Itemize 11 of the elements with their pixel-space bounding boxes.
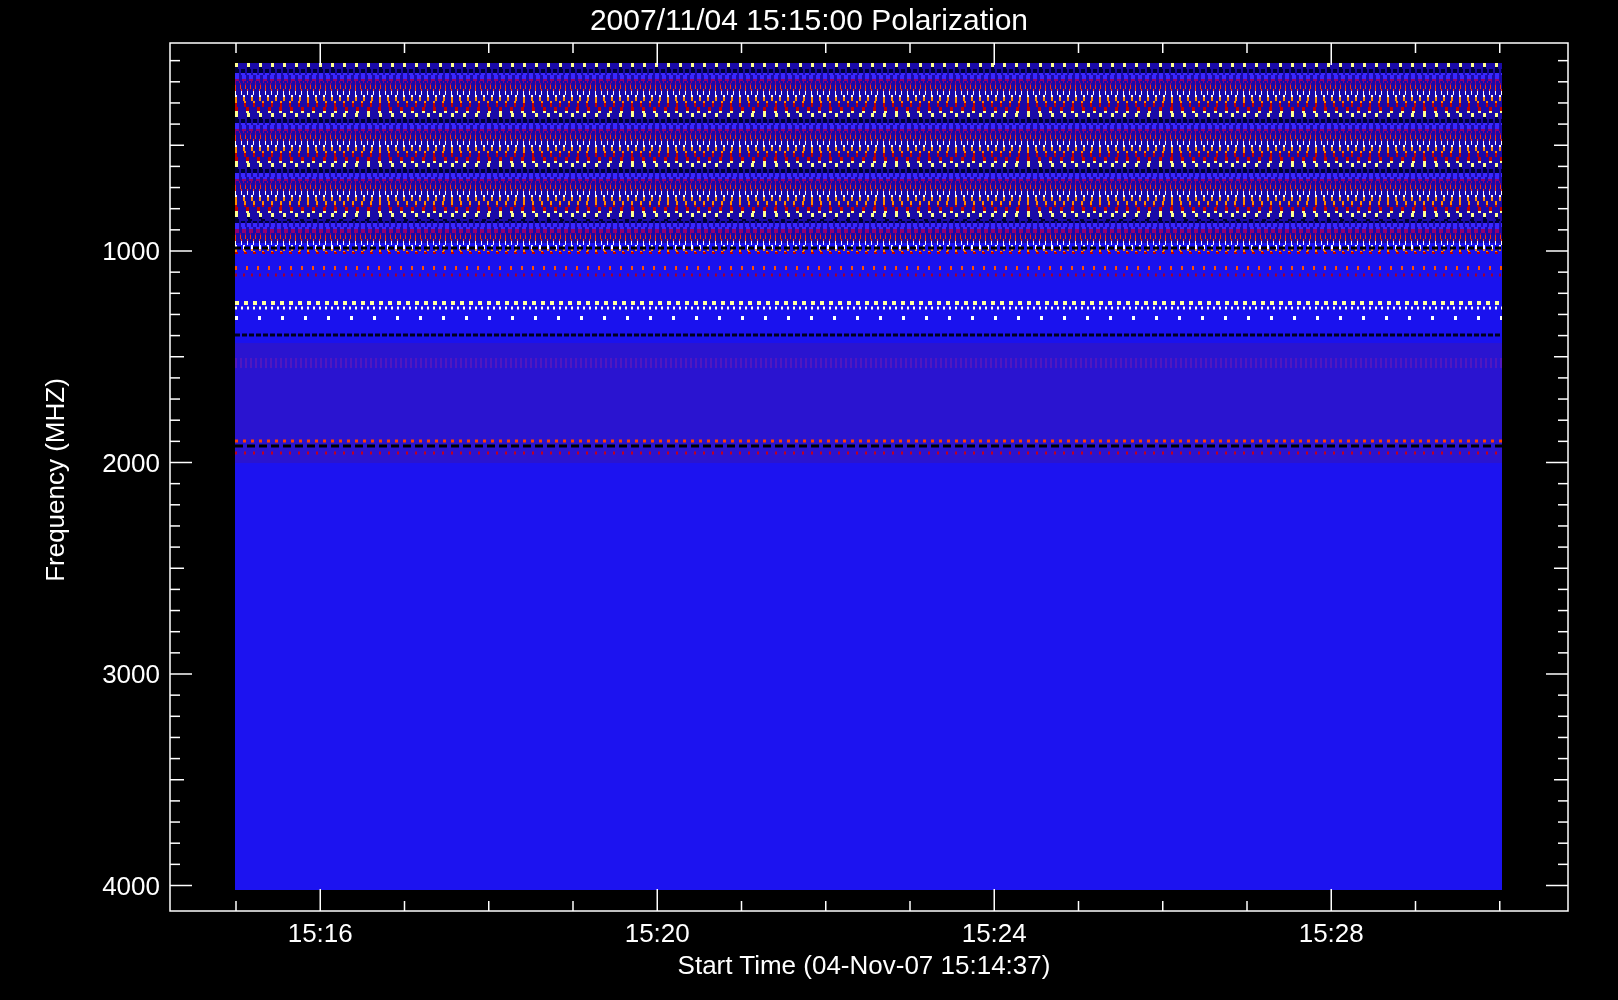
y-tick-label: 2000 — [101, 447, 160, 478]
y-tick-label: 4000 — [101, 870, 160, 901]
x-tick-label: 15:28 — [1297, 918, 1365, 948]
y-axis-label: Frequency (MHZ) — [40, 377, 70, 584]
x-tick-label: 15:24 — [960, 918, 1028, 948]
x-axis-label: Start Time (04-Nov-07 15:14:37) — [676, 950, 1052, 980]
x-tick-label: 15:20 — [623, 918, 691, 948]
y-tick-label: 1000 — [101, 236, 160, 266]
chart-title: 2007/11/04 15:15:00 Polarization — [588, 2, 1030, 38]
x-tick-label: 15:16 — [286, 918, 354, 948]
y-tick-label: 3000 — [101, 659, 160, 689]
